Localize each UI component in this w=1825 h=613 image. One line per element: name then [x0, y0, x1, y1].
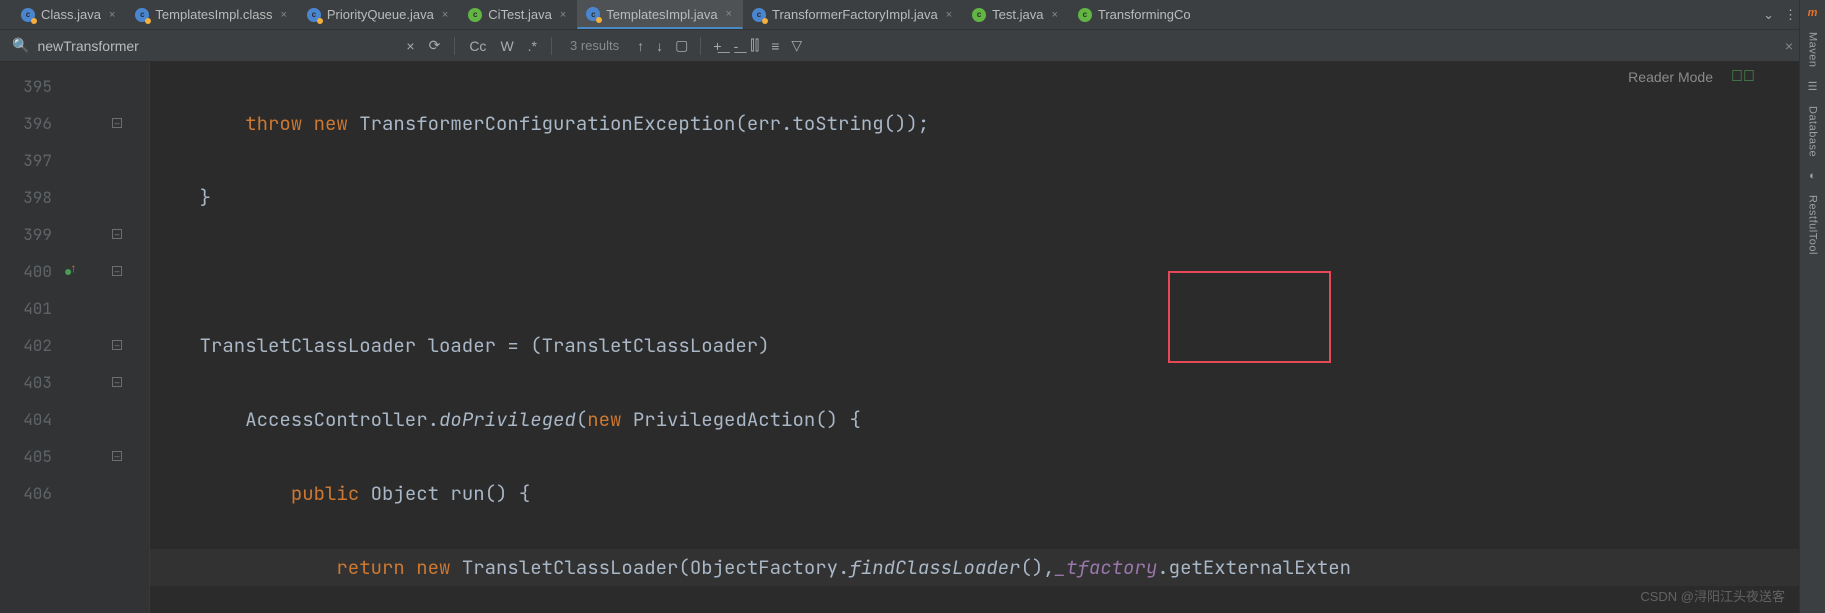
fold-end-icon[interactable]: – — [112, 377, 122, 387]
java-class-icon: c — [586, 7, 600, 21]
tab-class-java[interactable]: c Class.java × — [12, 0, 126, 29]
line-number: 404 — [0, 401, 62, 438]
next-match-icon[interactable]: ↓ — [656, 38, 663, 54]
tab-label: Class.java — [41, 7, 101, 22]
restfultool-tool[interactable]: RestfulTool — [1807, 195, 1819, 255]
fold-start-icon[interactable]: – — [112, 266, 122, 276]
java-class-icon: c — [21, 8, 35, 22]
tab-test[interactable]: c Test.java × — [963, 0, 1069, 29]
restful-icon[interactable]: ◐ — [1806, 169, 1820, 183]
tab-templatesimpl-class[interactable]: c TemplatesImpl.class × — [126, 0, 297, 29]
fold-start-icon[interactable]: – — [112, 451, 122, 461]
search-result-count: 3 results — [564, 38, 625, 53]
reader-mode-toggle[interactable]: Reader Mode ✓⃝ — [1628, 68, 1755, 86]
close-icon[interactable]: × — [558, 9, 568, 21]
settings-icon[interactable]: ≡ — [771, 38, 779, 54]
line-number: 402 — [0, 327, 62, 364]
prev-match-icon[interactable]: ↑ — [637, 38, 644, 54]
java-class-icon: c — [972, 8, 986, 22]
line-number: 397 — [0, 142, 62, 179]
line-number: 401 — [0, 290, 62, 327]
watermark: CSDN @浔阳江头夜送客 — [1640, 586, 1785, 605]
line-number: 395 — [0, 68, 62, 105]
close-icon[interactable]: × — [944, 9, 954, 21]
override-icon[interactable]: ● — [64, 253, 78, 291]
tab-bar: c Class.java × c TemplatesImpl.class × c… — [0, 0, 1825, 30]
line-number: 405 — [0, 438, 62, 475]
regex-button[interactable]: .* — [528, 38, 537, 54]
close-search-icon[interactable]: × — [1785, 38, 1793, 54]
code-area[interactable]: throw new TransformerConfigurationExcept… — [150, 62, 1825, 613]
line-number: 406 — [0, 475, 62, 512]
database-tool[interactable]: Database — [1807, 106, 1819, 157]
maven-tool[interactable]: Maven — [1807, 32, 1819, 68]
add-selection-icon[interactable]: +͟ — [713, 38, 721, 54]
clear-search-icon[interactable]: × — [406, 38, 414, 54]
java-class-icon: c — [1078, 8, 1092, 22]
database-icon[interactable]: ☰ — [1806, 80, 1820, 94]
tab-label: Test.java — [992, 7, 1043, 22]
find-bar: 🔍 × ⟳ Cc W .* 3 results ↑ ↓ ▢ +͟ -͟ ⫿⫿ ≡… — [0, 30, 1825, 62]
search-input[interactable] — [37, 38, 398, 54]
fold-start-icon[interactable]: – — [112, 229, 122, 239]
close-icon[interactable]: × — [278, 9, 288, 21]
more-icon[interactable]: ⋮ — [1784, 7, 1797, 23]
line-number: 403 — [0, 364, 62, 401]
select-all-icon[interactable]: ▢ — [675, 37, 688, 54]
tool-window-bar: m Maven ☰ Database ◐ RestfulTool — [1799, 0, 1825, 613]
select-all-occurrences-icon[interactable]: ⫿⫿ — [750, 37, 759, 54]
line-number: 398 — [0, 179, 62, 216]
whole-word-button[interactable]: W — [500, 38, 513, 54]
tab-label: TemplatesImpl.class — [155, 7, 272, 22]
search-icon: 🔍 — [12, 37, 29, 54]
history-icon[interactable]: ⟳ — [429, 37, 441, 54]
filter-icon[interactable]: ▽ — [791, 37, 802, 54]
fold-end-icon[interactable]: – — [112, 340, 122, 350]
chevron-down-icon[interactable]: ⌄ — [1763, 7, 1774, 23]
separator — [454, 37, 455, 55]
fold-gutter: – – ● – – – – — [62, 62, 150, 613]
java-class-icon: c — [752, 8, 766, 22]
close-icon[interactable]: × — [107, 9, 117, 21]
tab-citest[interactable]: c CiTest.java × — [459, 0, 577, 29]
line-number: 399 — [0, 216, 62, 253]
tab-transformerfactoryimpl[interactable]: c TransformerFactoryImpl.java × — [743, 0, 963, 29]
separator — [700, 37, 701, 55]
close-icon[interactable]: × — [440, 9, 450, 21]
tab-transformingco[interactable]: c TransformingCo — [1069, 0, 1200, 29]
match-case-button[interactable]: Cc — [469, 38, 486, 54]
java-class-icon: c — [307, 8, 321, 22]
line-number: 396 — [0, 105, 62, 142]
tab-templatesimpl-java[interactable]: c TemplatesImpl.java × — [577, 0, 743, 29]
close-icon[interactable]: × — [1049, 9, 1059, 21]
tab-label: TemplatesImpl.java — [606, 7, 717, 22]
java-class-icon: c — [468, 8, 482, 22]
remove-selection-icon[interactable]: -͟ — [734, 38, 739, 54]
line-number-gutter: 395 396 397 398 399 400 401 402 403 404 … — [0, 62, 62, 613]
checkmark-icon: ✓⃝ — [1731, 68, 1755, 86]
tab-label: TransformingCo — [1098, 7, 1191, 22]
tab-label: CiTest.java — [488, 7, 552, 22]
fold-end-icon[interactable]: – — [112, 118, 122, 128]
maven-icon[interactable]: m — [1806, 6, 1820, 20]
tab-label: TransformerFactoryImpl.java — [772, 7, 938, 22]
close-icon[interactable]: × — [724, 8, 734, 20]
line-number: 400 — [0, 253, 62, 290]
java-class-icon: c — [135, 8, 149, 22]
editor: 395 396 397 398 399 400 401 402 403 404 … — [0, 62, 1825, 613]
separator — [551, 37, 552, 55]
tab-priorityqueue[interactable]: c PriorityQueue.java × — [298, 0, 459, 29]
reader-mode-label: Reader Mode — [1628, 69, 1713, 85]
tab-label: PriorityQueue.java — [327, 7, 434, 22]
